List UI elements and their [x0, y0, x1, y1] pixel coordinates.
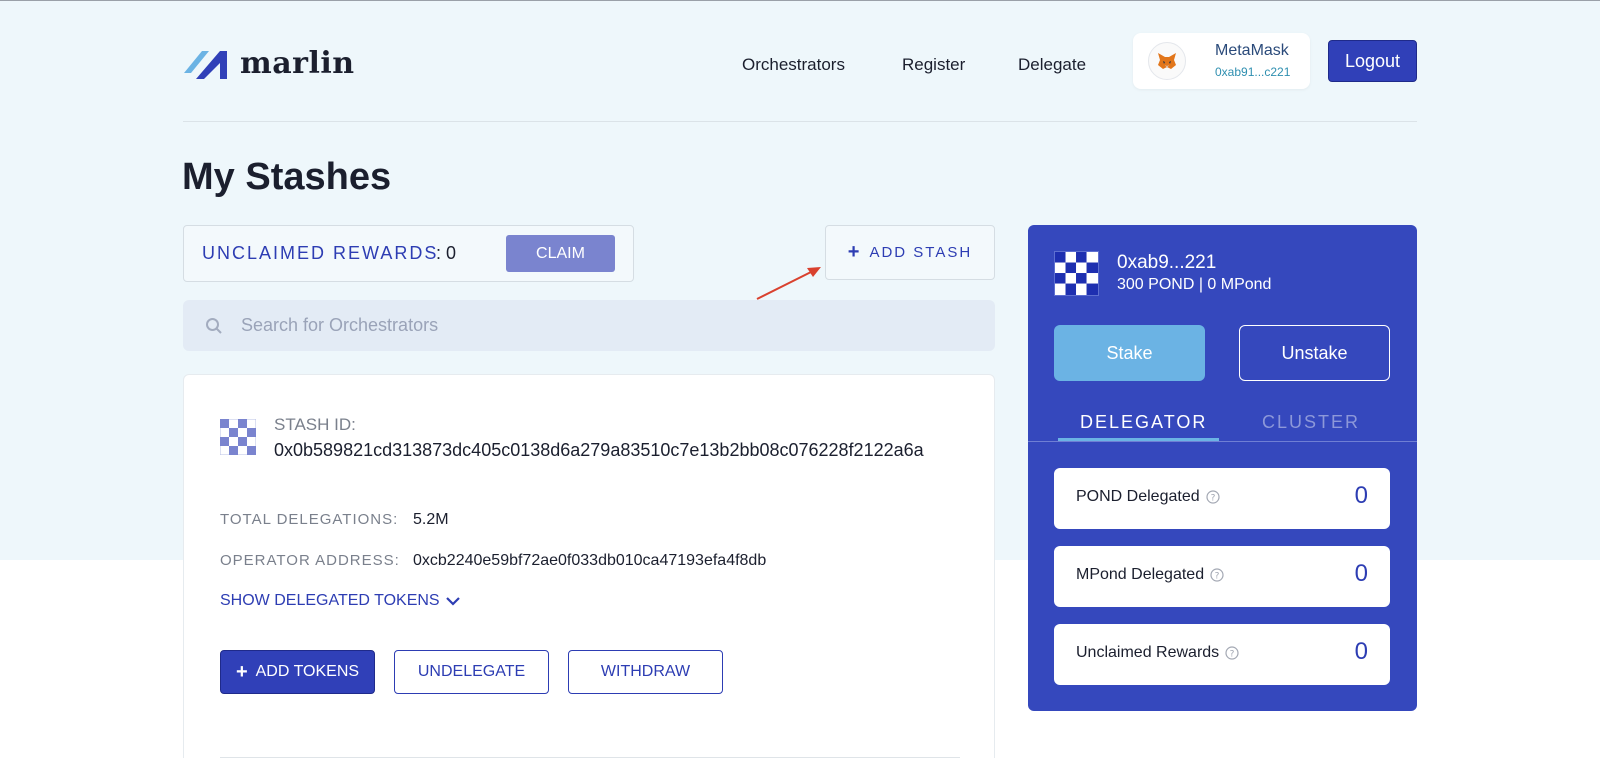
wallet-card[interactable]: MetaMask 0xab91...c221 [1133, 33, 1310, 89]
logout-button[interactable]: Logout [1328, 40, 1417, 82]
operator-address-value: 0xcb2240e59bf72ae0f033db010ca47193efa4f8… [413, 552, 767, 569]
help-circle-icon[interactable]: ? [1206, 490, 1220, 504]
tab-delegator[interactable]: DELEGATOR [1080, 412, 1207, 433]
account-panel: 0xab9...221 300 POND | 0 MPond Stake Uns… [1028, 225, 1417, 711]
add-tokens-button[interactable]: + ADD TOKENS [220, 650, 375, 694]
nav-register[interactable]: Register [902, 55, 965, 75]
mpond-delegated-label: MPond Delegated [1076, 566, 1205, 583]
unclaimed-rewards-stat-card: Unclaimed Rewards ? 0 [1054, 624, 1390, 685]
pond-delegated-label: POND Delegated [1076, 488, 1200, 505]
marlin-logo-icon [184, 50, 227, 79]
total-delegations-value: 5.2M [413, 511, 449, 528]
add-tokens-label: ADD TOKENS [255, 663, 360, 680]
chevron-down-icon [445, 597, 460, 606]
stash-id-value: 0x0b589821cd313873dc405c0138d6a279a83510… [274, 440, 924, 460]
unstake-button[interactable]: Unstake [1239, 325, 1390, 381]
rewards-value: : 0 [436, 243, 457, 263]
logo-text: marlin [240, 46, 355, 81]
add-stash-button[interactable]: + ADD STASH [825, 225, 995, 280]
checker-avatar-icon [220, 419, 256, 455]
unclaimed-rewards-label-group: Unclaimed Rewards ? [1076, 644, 1239, 662]
panel-address: 0xab9...221 [1117, 252, 1217, 273]
svg-text:?: ? [1230, 650, 1235, 660]
checker-avatar-icon [1054, 251, 1099, 296]
claim-button[interactable]: CLAIM [506, 235, 615, 272]
wallet-name: MetaMask [1215, 42, 1289, 59]
help-circle-icon[interactable]: ? [1210, 568, 1224, 582]
header-divider [183, 121, 1417, 122]
svg-text:?: ? [1215, 572, 1220, 582]
mpond-delegated-label-group: MPond Delegated ? [1076, 566, 1224, 584]
show-delegated-tokens-toggle[interactable]: SHOW DELEGATED TOKENS [220, 592, 460, 610]
tab-divider [1028, 441, 1417, 442]
nav-orchestrators[interactable]: Orchestrators [742, 55, 845, 75]
rewards-label: UNCLAIMED REWARDS [202, 243, 439, 263]
show-delegated-tokens-label: SHOW DELEGATED TOKENS [220, 592, 440, 609]
logo[interactable]: marlin [182, 46, 355, 81]
nav-delegate[interactable]: Delegate [1018, 55, 1086, 75]
search-icon [206, 318, 222, 334]
pond-delegated-label-group: POND Delegated ? [1076, 488, 1220, 506]
panel-balance: 300 POND | 0 MPond [1117, 276, 1272, 293]
help-circle-icon[interactable]: ? [1225, 646, 1239, 660]
stash-card: STASH ID: 0x0b589821cd313873dc405c0138d6… [183, 374, 995, 758]
withdraw-button[interactable]: WITHDRAW [568, 650, 723, 694]
pond-delegated-value: 0 [1354, 482, 1368, 509]
tab-cluster[interactable]: CLUSTER [1262, 412, 1360, 433]
stash-id-label: STASH ID: [274, 415, 356, 434]
operator-address-label: OPERATOR ADDRESS: [220, 552, 400, 569]
wallet-avatar [1148, 42, 1186, 80]
mpond-delegated-value: 0 [1354, 560, 1368, 587]
metamask-fox-icon [1158, 53, 1176, 69]
pond-delegated-card: POND Delegated ? 0 [1054, 468, 1390, 529]
mpond-delegated-card: MPond Delegated ? 0 [1054, 546, 1390, 607]
svg-text:?: ? [1210, 494, 1215, 504]
add-stash-label: ADD STASH [869, 244, 973, 261]
page-title: My Stashes [182, 156, 392, 198]
search-box [183, 300, 995, 351]
stake-button[interactable]: Stake [1054, 325, 1205, 381]
wallet-address: 0xab91...c221 [1215, 65, 1291, 79]
annotation-arrow-icon [756, 267, 821, 300]
undelegate-button[interactable]: UNDELEGATE [394, 650, 549, 694]
unclaimed-rewards-stat-label: Unclaimed Rewards [1076, 644, 1220, 661]
unclaimed-rewards-card: UNCLAIMED REWARDS : 0 CLAIM [183, 225, 634, 282]
search-input[interactable] [241, 300, 981, 351]
total-delegations-label: TOTAL DELEGATIONS: [220, 511, 399, 528]
unclaimed-rewards-stat-value: 0 [1354, 638, 1368, 665]
plus-icon: + [847, 241, 860, 263]
plus-icon: + [235, 660, 248, 683]
